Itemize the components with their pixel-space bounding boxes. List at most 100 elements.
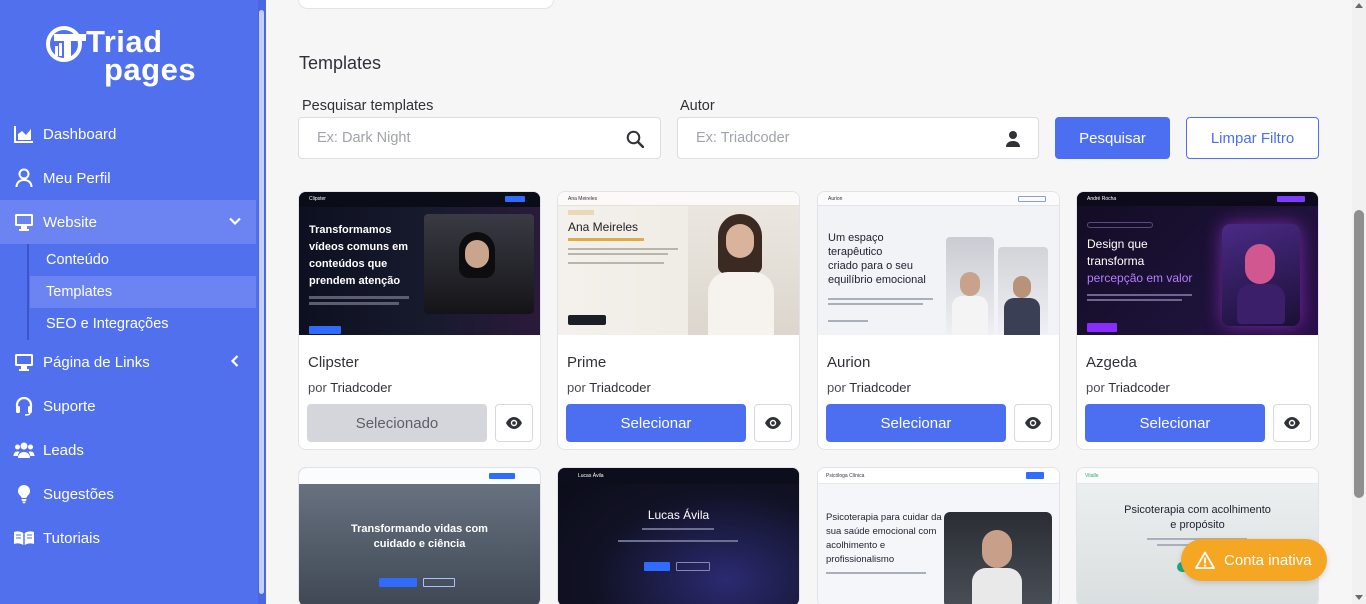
preview-headline: Transformamos	[309, 224, 392, 236]
search-button[interactable]: Pesquisar	[1055, 117, 1170, 159]
sidebar-item-label: Suporte	[43, 397, 96, 415]
template-name: Azgeda	[1086, 354, 1137, 371]
brand-logo[interactable]: Triad pages	[46, 22, 216, 92]
template-author: por Triadcoder	[827, 380, 911, 395]
previous-section-card	[298, 0, 554, 9]
preview-headline: percepção em valor	[1087, 271, 1193, 285]
scroll-up-arrow-icon[interactable]	[1355, 3, 1363, 8]
select-button[interactable]: Selecionar	[826, 404, 1006, 442]
main-content: Templates Pesquisar templates Ex: Dark N…	[266, 0, 1352, 604]
template-preview[interactable]: Lucas Ávila Lucas Ávila	[558, 468, 799, 604]
sidebar-item-label: Sugestões	[43, 485, 114, 503]
preview-headline: terapêutico	[828, 246, 883, 258]
eye-icon	[506, 417, 522, 429]
search-input[interactable]: Ex: Dark Night	[298, 117, 661, 159]
preview-button[interactable]	[1273, 404, 1311, 442]
template-preview[interactable]: Psicóloga Clínica Psicoterapia para cuid…	[818, 468, 1059, 604]
lightbulb-icon	[13, 484, 35, 504]
template-name: Aurion	[827, 354, 871, 371]
author-placeholder: Ex: Triadcoder	[696, 130, 790, 146]
sidebar-subitem-label: Templates	[46, 284, 113, 300]
select-button[interactable]: Selecionar	[1085, 404, 1265, 442]
sidebar-item-website[interactable]: Website	[0, 200, 256, 244]
sidebar: Triad pages Dashboard Meu Perfil Website…	[0, 0, 266, 604]
sidebar-item-label: Página de Links	[43, 353, 150, 371]
scroll-down-arrow-icon[interactable]	[1355, 595, 1363, 600]
clear-filter-button[interactable]: Limpar Filtro	[1186, 117, 1319, 159]
sidebar-item-meu-perfil[interactable]: Meu Perfil	[0, 156, 256, 200]
search-label: Pesquisar templates	[302, 98, 434, 114]
preview-brand: Psicóloga Clínica	[826, 473, 865, 479]
section-title: Templates	[299, 53, 382, 73]
chart-area-icon	[13, 124, 35, 144]
sidebar-item-suporte[interactable]: Suporte	[0, 384, 256, 428]
preview-button[interactable]	[1014, 404, 1052, 442]
sidebar-item-sugestoes[interactable]: Sugestões	[0, 472, 256, 516]
eye-icon	[1284, 417, 1300, 429]
preview-headline: Psicoterapia para cuidar da	[826, 512, 942, 523]
users-icon	[13, 440, 35, 460]
preview-brand: Ana Meireles	[568, 196, 598, 202]
template-preview-azgeda[interactable]: André Rocha Design que transforma percep…	[1077, 192, 1318, 335]
preview-headline: profissionalismo	[826, 554, 895, 565]
sidebar-item-label: Tutoriais	[43, 529, 100, 547]
preview-headline: Um espaço	[828, 232, 884, 244]
preview-headline: acolhimento e	[826, 540, 886, 551]
template-card-clipster: Clipster Transformamos vídeos comuns em …	[298, 191, 541, 450]
author-input[interactable]: Ex: Triadcoder	[677, 117, 1039, 159]
preview-brand: Vitalle	[1085, 473, 1099, 479]
preview-headline: e propósito	[1170, 519, 1225, 531]
template-preview[interactable]: Vitalle Psicoterapia com acolhimento e p…	[1077, 468, 1318, 604]
sidebar-item-leads[interactable]: Leads	[0, 428, 256, 472]
preview-headline: transforma	[1087, 254, 1145, 268]
sidebar-item-pagina-de-links[interactable]: Página de Links	[0, 340, 256, 384]
template-preview-clipster[interactable]: Clipster Transformamos vídeos comuns em …	[299, 192, 540, 335]
book-open-icon	[13, 528, 35, 548]
template-card: Lucas Ávila Lucas Ávila	[557, 467, 800, 604]
template-preview-aurion[interactable]: Aurion Um espaço terapêutico criado para…	[818, 192, 1059, 335]
preview-brand: Lucas Ávila	[578, 473, 604, 479]
preview-headline: criado para o seu	[828, 260, 913, 272]
sidebar-item-label: Website	[43, 213, 97, 231]
template-card: Vitalle Psicoterapia com acolhimento e p…	[1076, 467, 1319, 604]
preview-headline: equilíbrio emocional	[828, 274, 926, 286]
author-label: Autor	[680, 98, 715, 114]
headset-icon	[13, 396, 35, 416]
toast-label: Conta inativa	[1224, 551, 1312, 569]
sidebar-subitem-templates[interactable]: Templates	[30, 276, 256, 308]
scrollbar-thumb[interactable]	[1354, 210, 1364, 498]
template-author: por Triadcoder	[567, 380, 651, 395]
page-scrollbar[interactable]	[1352, 0, 1366, 604]
submenu-guide	[27, 244, 29, 340]
template-card-azgeda: André Rocha Design que transforma percep…	[1076, 191, 1319, 450]
inactive-account-badge[interactable]: Conta inativa	[1181, 539, 1327, 581]
sidebar-subitem-conteudo[interactable]: Conteúdo	[30, 244, 256, 276]
sidebar-item-dashboard[interactable]: Dashboard	[0, 112, 256, 156]
preview-headline: conteúdos que	[309, 258, 388, 270]
template-card-aurion: Aurion Um espaço terapêutico criado para…	[817, 191, 1060, 450]
template-preview-prime[interactable]: Ana Meireles Ana Meireles	[558, 192, 799, 335]
template-name: Prime	[567, 354, 607, 371]
preview-headline: sua saúde emocional com	[826, 526, 937, 537]
sidebar-subitem-label: Conteúdo	[46, 252, 109, 268]
template-preview[interactable]: Transformando vidas com cuidado e ciênci…	[299, 468, 540, 604]
preview-button[interactable]	[495, 404, 533, 442]
search-icon	[626, 130, 644, 148]
selected-button[interactable]: Selecionado	[307, 404, 487, 442]
sidebar-scrollbar-thumb[interactable]	[259, 10, 264, 594]
preview-brand: André Rocha	[1087, 196, 1117, 202]
sidebar-item-tutoriais[interactable]: Tutoriais	[0, 516, 256, 560]
preview-button[interactable]	[754, 404, 792, 442]
sidebar-item-label: Meu Perfil	[43, 169, 111, 187]
preview-brand: Clipster	[309, 196, 326, 202]
preview-headline: Ana Meireles	[568, 220, 639, 234]
select-button[interactable]: Selecionar	[566, 404, 746, 442]
preview-headline: Psicoterapia com acolhimento	[1124, 504, 1271, 516]
sidebar-subitem-seo[interactable]: SEO e Integrações	[30, 308, 256, 340]
chevron-down-icon	[229, 217, 241, 226]
template-name: Clipster	[308, 354, 359, 371]
desktop-icon	[13, 352, 35, 372]
sidebar-item-label: Leads	[43, 441, 84, 459]
preview-headline: cuidado e ciência	[373, 538, 466, 550]
sidebar-item-label: Dashboard	[43, 125, 117, 143]
